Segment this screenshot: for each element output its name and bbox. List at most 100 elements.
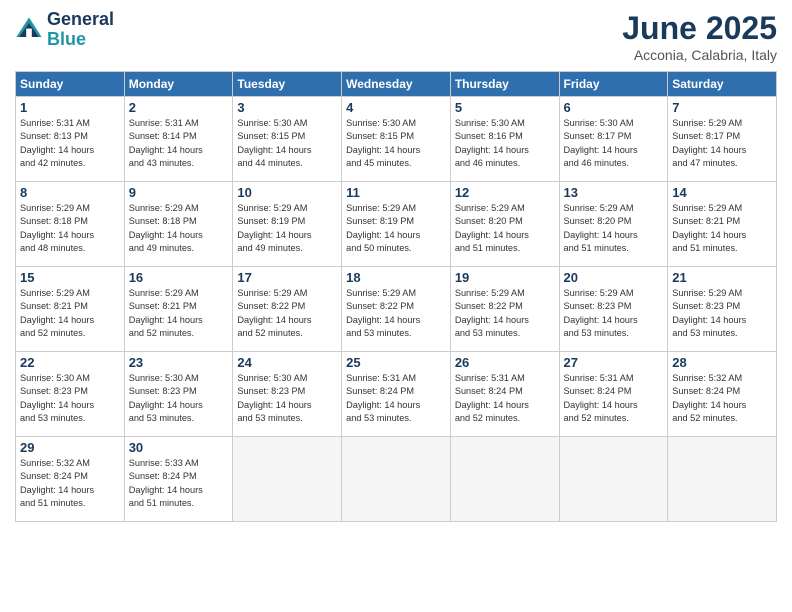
calendar-cell: 11 Sunrise: 5:29 AM Sunset: 8:19 PM Dayli… bbox=[342, 182, 451, 267]
calendar: SundayMondayTuesdayWednesdayThursdayFrid… bbox=[15, 71, 777, 522]
day-number: 14 bbox=[672, 185, 772, 200]
calendar-week-5: 29 Sunrise: 5:32 AM Sunset: 8:24 PM Dayli… bbox=[16, 437, 777, 522]
calendar-cell: 25 Sunrise: 5:31 AM Sunset: 8:24 PM Dayli… bbox=[342, 352, 451, 437]
day-info: Sunrise: 5:29 AM Sunset: 8:22 PM Dayligh… bbox=[237, 287, 337, 340]
calendar-cell: 26 Sunrise: 5:31 AM Sunset: 8:24 PM Dayli… bbox=[450, 352, 559, 437]
page: General Blue June 2025 Acconia, Calabria… bbox=[0, 0, 792, 612]
day-info: Sunrise: 5:29 AM Sunset: 8:22 PM Dayligh… bbox=[346, 287, 446, 340]
calendar-cell: 27 Sunrise: 5:31 AM Sunset: 8:24 PM Dayli… bbox=[559, 352, 668, 437]
calendar-cell: 7 Sunrise: 5:29 AM Sunset: 8:17 PM Daylig… bbox=[668, 97, 777, 182]
calendar-cell: 10 Sunrise: 5:29 AM Sunset: 8:19 PM Dayli… bbox=[233, 182, 342, 267]
day-number: 22 bbox=[20, 355, 120, 370]
calendar-cell: 30 Sunrise: 5:33 AM Sunset: 8:24 PM Dayli… bbox=[124, 437, 233, 522]
day-number: 2 bbox=[129, 100, 229, 115]
day-info: Sunrise: 5:29 AM Sunset: 8:18 PM Dayligh… bbox=[129, 202, 229, 255]
day-number: 15 bbox=[20, 270, 120, 285]
day-number: 24 bbox=[237, 355, 337, 370]
month-title: June 2025 bbox=[622, 10, 777, 47]
calendar-cell bbox=[559, 437, 668, 522]
day-number: 10 bbox=[237, 185, 337, 200]
day-info: Sunrise: 5:29 AM Sunset: 8:19 PM Dayligh… bbox=[237, 202, 337, 255]
day-info: Sunrise: 5:29 AM Sunset: 8:21 PM Dayligh… bbox=[672, 202, 772, 255]
calendar-cell: 3 Sunrise: 5:30 AM Sunset: 8:15 PM Daylig… bbox=[233, 97, 342, 182]
day-info: Sunrise: 5:30 AM Sunset: 8:15 PM Dayligh… bbox=[346, 117, 446, 170]
calendar-cell: 17 Sunrise: 5:29 AM Sunset: 8:22 PM Dayli… bbox=[233, 267, 342, 352]
day-info: Sunrise: 5:32 AM Sunset: 8:24 PM Dayligh… bbox=[672, 372, 772, 425]
calendar-body: 1 Sunrise: 5:31 AM Sunset: 8:13 PM Daylig… bbox=[16, 97, 777, 522]
day-info: Sunrise: 5:29 AM Sunset: 8:20 PM Dayligh… bbox=[564, 202, 664, 255]
calendar-cell: 5Sunrise: 5:30 AM Sunset: 8:16 PM Daylig… bbox=[450, 97, 559, 182]
title-block: June 2025 Acconia, Calabria, Italy bbox=[622, 10, 777, 63]
day-info: Sunrise: 5:31 AM Sunset: 8:14 PM Dayligh… bbox=[129, 117, 229, 170]
day-info: Sunrise: 5:29 AM Sunset: 8:21 PM Dayligh… bbox=[20, 287, 120, 340]
day-number: 18 bbox=[346, 270, 446, 285]
calendar-week-1: 1 Sunrise: 5:31 AM Sunset: 8:13 PM Daylig… bbox=[16, 97, 777, 182]
calendar-week-2: 8 Sunrise: 5:29 AM Sunset: 8:18 PM Daylig… bbox=[16, 182, 777, 267]
day-number: 26 bbox=[455, 355, 555, 370]
day-info: Sunrise: 5:31 AM Sunset: 8:13 PM Dayligh… bbox=[20, 117, 120, 170]
calendar-cell: 15 Sunrise: 5:29 AM Sunset: 8:21 PM Dayli… bbox=[16, 267, 125, 352]
day-info: Sunrise: 5:30 AM Sunset: 8:15 PM Dayligh… bbox=[237, 117, 337, 170]
day-number: 29 bbox=[20, 440, 120, 455]
calendar-cell: 22Sunrise: 5:30 AM Sunset: 8:23 PM Dayli… bbox=[16, 352, 125, 437]
calendar-cell: 29 Sunrise: 5:32 AM Sunset: 8:24 PM Dayli… bbox=[16, 437, 125, 522]
day-number: 11 bbox=[346, 185, 446, 200]
day-number: 6 bbox=[564, 100, 664, 115]
day-number: 9 bbox=[129, 185, 229, 200]
calendar-cell bbox=[233, 437, 342, 522]
calendar-cell: 18 Sunrise: 5:29 AM Sunset: 8:22 PM Dayli… bbox=[342, 267, 451, 352]
day-number: 28 bbox=[672, 355, 772, 370]
calendar-cell: 13 Sunrise: 5:29 AM Sunset: 8:20 PM Dayli… bbox=[559, 182, 668, 267]
calendar-cell: 2 Sunrise: 5:31 AM Sunset: 8:14 PM Daylig… bbox=[124, 97, 233, 182]
day-info: Sunrise: 5:30 AM Sunset: 8:16 PM Dayligh… bbox=[455, 117, 555, 170]
day-number: 19 bbox=[455, 270, 555, 285]
calendar-cell bbox=[450, 437, 559, 522]
day-number: 27 bbox=[564, 355, 664, 370]
calendar-header-sunday: Sunday bbox=[16, 72, 125, 97]
calendar-cell: 9 Sunrise: 5:29 AM Sunset: 8:18 PM Daylig… bbox=[124, 182, 233, 267]
day-info: Sunrise: 5:29 AM Sunset: 8:21 PM Dayligh… bbox=[129, 287, 229, 340]
calendar-week-4: 22 Sunrise: 5:30 AM Sunset: 8:23 PM Dayli… bbox=[16, 352, 777, 437]
day-number: 12 bbox=[455, 185, 555, 200]
calendar-cell: 28 Sunrise: 5:32 AM Sunset: 8:24 PM Dayli… bbox=[668, 352, 777, 437]
day-number: 13 bbox=[564, 185, 664, 200]
day-info: Sunrise: 5:29 AM Sunset: 8:23 PM Dayligh… bbox=[672, 287, 772, 340]
day-info: Sunrise: 5:31 AM Sunset: 8:24 PM Dayligh… bbox=[455, 372, 555, 425]
day-number: 17 bbox=[237, 270, 337, 285]
day-info: Sunrise: 5:32 AM Sunset: 8:24 PM Dayligh… bbox=[20, 457, 120, 510]
day-number: 21 bbox=[672, 270, 772, 285]
day-info: Sunrise: 5:29 AM Sunset: 8:19 PM Dayligh… bbox=[346, 202, 446, 255]
day-number: 3 bbox=[237, 100, 337, 115]
calendar-cell: 19Sunrise: 5:29 AM Sunset: 8:22 PM Dayli… bbox=[450, 267, 559, 352]
calendar-header-friday: Friday bbox=[559, 72, 668, 97]
day-info: Sunrise: 5:33 AM Sunset: 8:24 PM Dayligh… bbox=[129, 457, 229, 510]
location: Acconia, Calabria, Italy bbox=[622, 47, 777, 63]
day-info: Sunrise: 5:29 AM Sunset: 8:20 PM Dayligh… bbox=[455, 202, 555, 255]
day-info: Sunrise: 5:30 AM Sunset: 8:23 PM Dayligh… bbox=[129, 372, 229, 425]
day-info: Sunrise: 5:30 AM Sunset: 8:17 PM Dayligh… bbox=[564, 117, 664, 170]
day-info: Sunrise: 5:29 AM Sunset: 8:18 PM Dayligh… bbox=[20, 202, 120, 255]
day-number: 8 bbox=[20, 185, 120, 200]
calendar-header-thursday: Thursday bbox=[450, 72, 559, 97]
day-info: Sunrise: 5:30 AM Sunset: 8:23 PM Dayligh… bbox=[237, 372, 337, 425]
calendar-cell: 8 Sunrise: 5:29 AM Sunset: 8:18 PM Daylig… bbox=[16, 182, 125, 267]
day-number: 7 bbox=[672, 100, 772, 115]
day-info: Sunrise: 5:31 AM Sunset: 8:24 PM Dayligh… bbox=[564, 372, 664, 425]
calendar-cell: 21 Sunrise: 5:29 AM Sunset: 8:23 PM Dayli… bbox=[668, 267, 777, 352]
day-info: Sunrise: 5:29 AM Sunset: 8:17 PM Dayligh… bbox=[672, 117, 772, 170]
day-number: 20 bbox=[564, 270, 664, 285]
day-number: 1 bbox=[20, 100, 120, 115]
calendar-cell: 14 Sunrise: 5:29 AM Sunset: 8:21 PM Dayli… bbox=[668, 182, 777, 267]
logo-icon bbox=[15, 16, 43, 44]
calendar-cell: 23Sunrise: 5:30 AM Sunset: 8:23 PM Dayli… bbox=[124, 352, 233, 437]
calendar-week-3: 15 Sunrise: 5:29 AM Sunset: 8:21 PM Dayli… bbox=[16, 267, 777, 352]
day-number: 16 bbox=[129, 270, 229, 285]
calendar-header-monday: Monday bbox=[124, 72, 233, 97]
day-number: 25 bbox=[346, 355, 446, 370]
day-info: Sunrise: 5:31 AM Sunset: 8:24 PM Dayligh… bbox=[346, 372, 446, 425]
day-number: 30 bbox=[129, 440, 229, 455]
calendar-cell: 20Sunrise: 5:29 AM Sunset: 8:23 PM Dayli… bbox=[559, 267, 668, 352]
calendar-cell bbox=[668, 437, 777, 522]
calendar-cell: 16 Sunrise: 5:29 AM Sunset: 8:21 PM Dayli… bbox=[124, 267, 233, 352]
calendar-cell: 24 Sunrise: 5:30 AM Sunset: 8:23 PM Dayli… bbox=[233, 352, 342, 437]
